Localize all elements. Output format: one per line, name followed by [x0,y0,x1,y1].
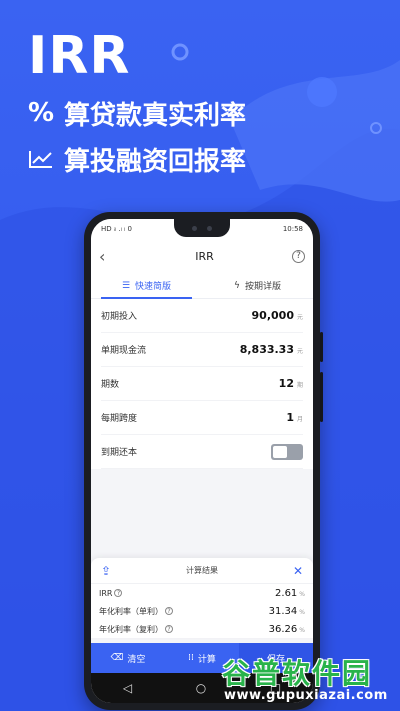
phone-notch [174,219,230,237]
close-icon[interactable]: ✕ [291,564,305,578]
app-bar: ‹ IRR ? [91,239,313,273]
form-value[interactable]: 90,000 [252,309,294,322]
tab-quick[interactable]: ☰ 快速简版 [91,273,202,299]
result-row-simple: 年化利率（单利）? 31.34% [91,602,313,620]
watermark: 谷普软件园 www.gupuxiazai.com [218,648,400,711]
form-label: 期数 [101,380,120,390]
promo-line-1: % 算贷款真实利率 [28,94,246,132]
form-row-initial[interactable]: 初期投入 90,000 元 [101,299,303,333]
result-unit: % [299,608,305,616]
watermark-url: www.gupuxiazai.com [224,688,388,703]
clear-button[interactable]: ⌫ 清空 [91,643,165,673]
form-label: 到期还本 [101,448,138,458]
nav-home-icon[interactable]: ○ [196,681,206,695]
mode-tabs: ☰ 快速简版 ϟ 按期详版 [91,273,313,299]
clear-label: 清空 [127,654,146,665]
question-circle-icon[interactable]: ? [292,249,305,263]
form-unit: 期 [296,382,303,389]
tab-detailed-label: 按期详版 [244,282,281,292]
form-value[interactable]: 12 [279,377,294,390]
line-chart-icon [28,149,58,169]
watermark-text: 谷普软件园 [222,657,373,690]
promo-line-2: 算投融资回报率 [28,140,246,178]
form-unit: 元 [296,348,303,355]
result-unit: % [299,626,305,634]
form-row-periods[interactable]: 期数 12 期 [101,367,303,401]
phone-screen: HD ᵢₗ .ₗ ₗ 0 10:58 ‹ IRR ? ☰ 快速简版 ϟ 按期详版… [91,219,313,703]
form-label: 每期跨度 [101,414,138,424]
grid-icon: ⁞⁞ [188,653,194,663]
question-circle-icon[interactable]: ? [165,607,173,615]
phone-volume-button [320,372,323,422]
result-unit: % [299,590,305,598]
form-label: 初期投入 [101,312,138,322]
phone-mockup: HD ᵢₗ .ₗ ₗ 0 10:58 ‹ IRR ? ☰ 快速简版 ϟ 按期详版… [84,212,323,710]
form-row-span[interactable]: 每期跨度 1月 [101,401,303,435]
result-header: ⇪ 计算结果 ✕ [91,558,313,584]
result-label: 年化利率（单利） [99,606,163,616]
list-icon: ☰ [121,280,131,291]
form-unit: 月 [296,416,303,423]
question-circle-icon[interactable]: ? [165,625,173,633]
result-row-irr: IRR? 2.61% [91,584,313,602]
calculate-label: 计算 [197,654,216,665]
principal-toggle[interactable] [271,443,303,460]
status-signal: HD ᵢₗ .ₗ ₗ 0 [101,225,132,233]
page-title: IRR [195,249,214,263]
input-form: 初期投入 90,000 元 单期现金流 8,833.33 元 期数 12 期 每期跨度… [91,299,313,469]
promo-line-1-text: 算贷款真实利率 [64,100,247,131]
result-row-compound: 年化利率（复利）? 36.26% [91,620,313,638]
broom-icon: ⌫ [110,653,124,663]
result-value: 36.26 [268,623,298,635]
result-value: 31.34 [268,605,298,617]
nav-back-icon[interactable]: ◁ [123,681,132,695]
tab-detailed[interactable]: ϟ 按期详版 [202,273,313,298]
promo-title: IRR [28,26,131,86]
status-time: 10:58 [282,225,303,233]
phone-side-button [320,332,323,362]
toggle-knob [273,445,287,458]
bolt-circle-icon: ϟ [234,280,240,291]
form-value[interactable]: 8,833.33 [240,343,294,356]
result-label: IRR [99,588,113,598]
form-unit: 元 [296,314,303,321]
promo-line-2-text: 算投融资回报率 [64,146,247,177]
result-value: 2.61 [275,587,298,599]
chevron-left-icon[interactable]: ‹ [99,247,117,266]
result-panel: ⇪ 计算结果 ✕ IRR? 2.61% 年化利率（单利）? 31.34% 年化利… [91,558,313,638]
form-value[interactable]: 1 [286,411,294,424]
form-label: 单期现金流 [101,346,147,356]
percent-icon: % [28,98,55,128]
question-circle-icon[interactable]: ? [114,589,123,597]
result-label: 年化利率（复利） [99,624,163,634]
promo-header: IRR % 算贷款真实利率 算投融资回报率 [28,26,246,178]
form-row-cashflow[interactable]: 单期现金流 8,833.33 元 [101,333,303,367]
form-row-principal: 到期还本 [101,435,303,469]
tab-quick-label: 快速简版 [135,282,172,292]
result-title: 计算结果 [186,566,218,575]
share-icon[interactable]: ⇪ [99,564,113,578]
